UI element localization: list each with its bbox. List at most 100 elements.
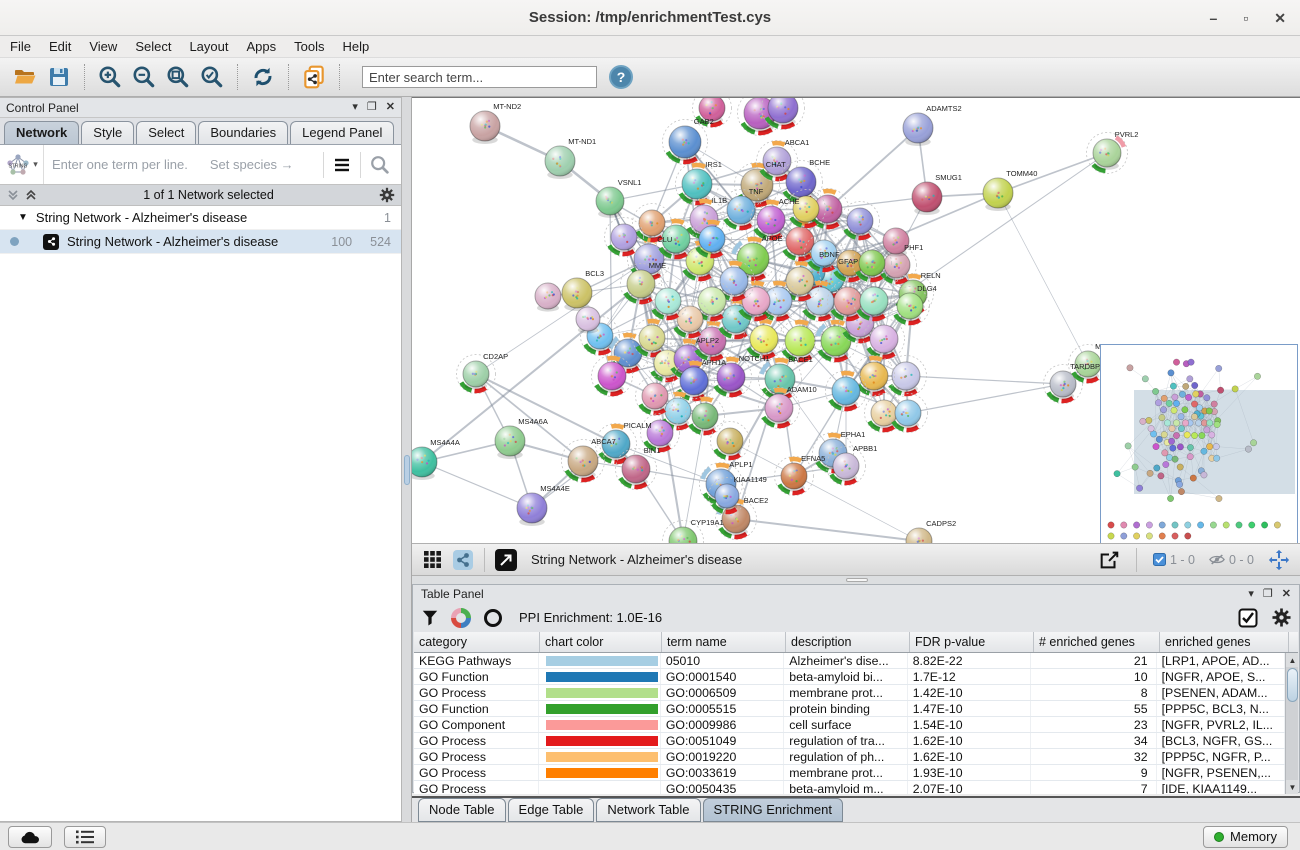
network-node-ms4a4e[interactable] bbox=[517, 493, 547, 526]
filter-icon[interactable] bbox=[421, 609, 439, 627]
minimize-button[interactable]: – bbox=[1210, 11, 1218, 25]
task-list-button[interactable] bbox=[64, 826, 106, 848]
chart-color-icon[interactable] bbox=[451, 608, 471, 628]
panel-menu-icon[interactable]: ▾ bbox=[352, 102, 358, 113]
cloud-tasks-button[interactable] bbox=[8, 826, 52, 848]
tab-node-table[interactable]: Node Table bbox=[418, 798, 506, 822]
splitter-grip[interactable] bbox=[404, 455, 410, 485]
horizontal-splitter[interactable] bbox=[412, 576, 1300, 584]
menu-edit[interactable]: Edit bbox=[49, 39, 71, 54]
column-header-enriched-genes[interactable]: enriched genes bbox=[1160, 632, 1289, 652]
set-species-label[interactable]: Set species → bbox=[210, 157, 294, 172]
panel-float-icon[interactable]: ❐ bbox=[1263, 589, 1273, 600]
menu-select[interactable]: Select bbox=[135, 39, 171, 54]
collapse-all-icon[interactable] bbox=[6, 188, 20, 202]
network-node[interactable] bbox=[886, 356, 927, 397]
grid-view-icon[interactable] bbox=[421, 548, 445, 572]
help-icon[interactable]: ? bbox=[607, 63, 635, 91]
panel-splitter[interactable] bbox=[402, 97, 412, 822]
table-scrollbar[interactable]: ▲ ▼ bbox=[1285, 653, 1298, 794]
table-row[interactable]: GO ComponentGO:0009986cell surface1.54E-… bbox=[414, 717, 1285, 733]
network-node-bcl3[interactable] bbox=[562, 278, 592, 311]
tree-expand-icon[interactable]: ▼ bbox=[18, 212, 28, 223]
table-row[interactable]: GO ProcessGO:0050435beta-amyloid m...2.0… bbox=[414, 781, 1285, 794]
network-options-gear-icon[interactable] bbox=[379, 187, 395, 203]
network-canvas[interactable]: MT-ND2MT-ND1VSNL1GAB2IRS1CHATABCA1BCHEIL… bbox=[412, 97, 1300, 543]
network-node-tomm40[interactable] bbox=[983, 178, 1013, 211]
network-node-mt-nd1[interactable] bbox=[545, 146, 575, 179]
settings-gear-icon[interactable] bbox=[1272, 608, 1291, 627]
network-node[interactable] bbox=[535, 283, 561, 312]
panel-float-icon[interactable]: ❐ bbox=[367, 102, 377, 113]
menu-help[interactable]: Help bbox=[343, 39, 370, 54]
scroll-down-icon[interactable]: ▼ bbox=[1286, 780, 1298, 794]
table-row[interactable]: GO ProcessGO:0006509membrane prot...1.42… bbox=[414, 685, 1285, 701]
menu-file[interactable]: File bbox=[10, 39, 31, 54]
menu-layout[interactable]: Layout bbox=[189, 39, 228, 54]
zoom-selected-icon[interactable] bbox=[198, 63, 226, 91]
open-session-icon[interactable] bbox=[11, 63, 39, 91]
zoom-fit-icon[interactable] bbox=[164, 63, 192, 91]
navigator-move-icon[interactable] bbox=[1267, 548, 1291, 572]
network-node-ms4a4a[interactable] bbox=[412, 447, 437, 480]
table-row[interactable]: GO FunctionGO:0001540beta-amyloid bi...1… bbox=[414, 669, 1285, 685]
table-row[interactable]: GO ProcessGO:0051049regulation of tra...… bbox=[414, 733, 1285, 749]
menu-apps[interactable]: Apps bbox=[247, 39, 277, 54]
splitter-grip[interactable] bbox=[846, 578, 868, 582]
panel-menu-icon[interactable]: ▾ bbox=[1248, 589, 1254, 600]
network-row[interactable]: String Network - Alzheimer's disease 100… bbox=[0, 230, 401, 254]
scroll-up-icon[interactable]: ▲ bbox=[1286, 653, 1298, 667]
column-header-description[interactable]: description bbox=[786, 632, 910, 652]
network-node[interactable] bbox=[711, 422, 750, 461]
tab-style[interactable]: Style bbox=[81, 121, 134, 144]
network-node[interactable] bbox=[826, 371, 867, 412]
network-node-mt-nd2[interactable] bbox=[470, 111, 500, 144]
tab-select[interactable]: Select bbox=[136, 121, 196, 144]
copy-network-icon[interactable] bbox=[300, 63, 328, 91]
export-network-icon[interactable] bbox=[1097, 548, 1121, 572]
column-header-category[interactable]: category bbox=[414, 632, 540, 652]
scrollbar-thumb[interactable] bbox=[1287, 668, 1298, 702]
string-logo-icon[interactable]: STRING ▾ bbox=[0, 145, 44, 184]
ring-chart-icon[interactable] bbox=[483, 608, 503, 628]
tab-string-enrichment[interactable]: STRING Enrichment bbox=[703, 798, 843, 822]
network-node-gab2[interactable] bbox=[663, 120, 708, 165]
network-node-cadps2[interactable] bbox=[906, 528, 932, 543]
network-node-vsnl1[interactable] bbox=[596, 187, 624, 218]
tab-legend-panel[interactable]: Legend Panel bbox=[290, 121, 394, 144]
search-input[interactable] bbox=[362, 66, 597, 88]
tab-boundaries[interactable]: Boundaries bbox=[198, 121, 288, 144]
network-collection-row[interactable]: ▼ String Network - Alzheimer's disease 1 bbox=[0, 206, 401, 230]
table-row[interactable]: GO FunctionGO:0005515protein binding1.47… bbox=[414, 701, 1285, 717]
save-session-icon[interactable] bbox=[45, 63, 73, 91]
zoom-out-icon[interactable] bbox=[130, 63, 158, 91]
refresh-icon[interactable] bbox=[249, 63, 277, 91]
string-query-placeholder[interactable]: Enter one term per line. bbox=[44, 157, 188, 172]
menu-view[interactable]: View bbox=[89, 39, 117, 54]
birds-eye-view[interactable] bbox=[1100, 344, 1298, 543]
select-genes-icon[interactable] bbox=[1238, 608, 1258, 628]
close-button[interactable]: ✕ bbox=[1274, 11, 1286, 25]
network-node-adamts2[interactable] bbox=[903, 113, 933, 146]
expand-all-icon[interactable] bbox=[24, 188, 38, 202]
memory-button[interactable]: Memory bbox=[1203, 826, 1288, 848]
column-header-chart-color[interactable]: chart color bbox=[540, 632, 662, 652]
table-row[interactable]: GO ProcessGO:0019220regulation of ph...1… bbox=[414, 749, 1285, 765]
network-node[interactable] bbox=[576, 307, 600, 333]
tab-network[interactable]: Network bbox=[4, 121, 79, 144]
network-node[interactable] bbox=[592, 356, 633, 397]
column-header-term-name[interactable]: term name bbox=[662, 632, 786, 652]
panel-close-icon[interactable]: ✕ bbox=[386, 102, 395, 113]
table-row[interactable]: GO ProcessGO:0033619membrane prot...1.93… bbox=[414, 765, 1285, 781]
table-row[interactable]: KEGG Pathways05010Alzheimer's dise...8.8… bbox=[414, 653, 1285, 669]
menu-tools[interactable]: Tools bbox=[294, 39, 324, 54]
string-search-icon[interactable] bbox=[369, 154, 391, 176]
network-node-smug1[interactable] bbox=[912, 182, 942, 215]
column-header-FDR-p-value[interactable]: FDR p-value bbox=[910, 632, 1034, 652]
column-header--enriched-genes[interactable]: # enriched genes bbox=[1034, 632, 1160, 652]
tab-network-table[interactable]: Network Table bbox=[596, 798, 700, 822]
string-tab-icon[interactable] bbox=[451, 548, 475, 572]
string-options-icon[interactable] bbox=[332, 155, 352, 175]
open-in-window-icon[interactable] bbox=[494, 548, 518, 572]
zoom-in-icon[interactable] bbox=[96, 63, 124, 91]
